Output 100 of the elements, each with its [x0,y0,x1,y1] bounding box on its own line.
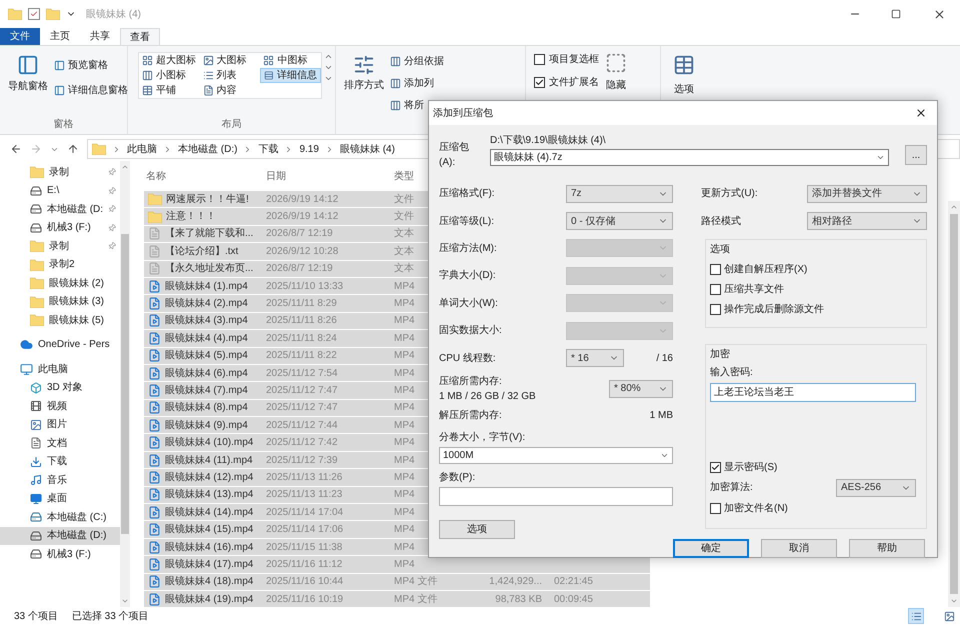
breadcrumb[interactable]: 眼镜妹妹 (4) [340,142,395,156]
up-icon[interactable] [67,143,79,155]
scroll-up-icon[interactable] [121,163,129,171]
dialog-button[interactable]: 确定 [673,538,749,558]
view-toggle[interactable] [908,608,924,624]
checkbox[interactable] [710,264,721,275]
hide-button[interactable]: 隐藏 [605,52,627,134]
file-type: MP4 [394,454,415,466]
nav-item[interactable]: 本地磁盘 (C:) [0,508,120,526]
ribbon-tab[interactable]: 文件 [0,28,40,45]
dropdown[interactable]: 7z [566,184,673,203]
nav-item[interactable]: 录制 [0,163,120,182]
dropdown[interactable]: 相对路径 [807,212,927,230]
nav-item[interactable]: 眼镜妹妹 (5) [0,311,120,330]
dropdown[interactable]: * 80% [609,380,673,398]
parameters-field[interactable] [439,486,673,506]
file-row[interactable]: 眼镜妹妹4 (19).mp4 2025/11/16 10:19 MP4 文件 98,783 KB 00:09:45 [144,590,650,608]
scrollbar[interactable] [948,201,960,607]
password-field[interactable]: 上老王论坛当老王 [710,382,916,402]
sort-button[interactable]: 排序方式 [344,54,384,134]
nav-item[interactable]: 录制 [0,237,120,256]
nav-item[interactable]: 3D 对象 [0,378,120,397]
nav-item[interactable]: 此电脑 [0,360,120,378]
nav-item[interactable]: 本地磁盘 (D:) [0,526,120,545]
nav-item[interactable]: 眼镜妹妹 (2) [0,274,120,292]
file-row[interactable]: 眼镜妹妹4 (18).mp4 2025/11/16 10:44 MP4 文件 1,424,929... 02:21:45 [144,574,650,591]
checkmark-icon[interactable] [28,8,40,20]
nav-item[interactable]: 图片 [0,416,120,434]
layout-option[interactable]: 超大图标 [139,53,200,68]
view-option[interactable]: 添加列 [390,76,444,91]
breadcrumb[interactable]: 下载 [258,142,278,156]
expand-icon[interactable] [324,74,333,83]
dropdown[interactable]: * 16 [566,349,624,368]
ribbon-tab[interactable]: 主页 [40,28,80,45]
layout-option[interactable]: 详细信息 [260,68,321,83]
breadcrumb[interactable]: 本地磁盘 (D:) [178,142,238,156]
column-header[interactable]: 名称 [144,168,266,184]
nav-item[interactable]: 眼镜妹妹 (3) [0,292,120,311]
nav-item[interactable]: 录制2 [0,256,120,274]
nav-item[interactable]: 音乐 [0,471,120,490]
scroll-down-icon[interactable] [950,597,958,605]
maximize-icon[interactable] [891,9,901,19]
view-option[interactable]: 分组依据 [390,54,444,69]
browse-button[interactable]: ... [905,145,927,165]
file-name: 眼镜妹妹4 (3).mp4 [165,314,248,328]
field-label: 参数(P): [439,470,476,485]
video-file-icon [148,436,161,450]
checkbox[interactable] [710,462,721,473]
folder-icon [30,240,44,252]
dropdown[interactable]: 添加并替换文件 [807,184,927,203]
breadcrumb[interactable]: 9.19 [299,142,319,156]
layout-option[interactable]: 大图标 [200,53,260,68]
volume-size-field[interactable]: 1000M [439,446,673,464]
dropdown[interactable]: 0 - 仅存储 [566,212,673,230]
scroll-up-icon[interactable] [324,52,333,61]
nav-item[interactable]: 本地磁盘 (D: [0,200,120,218]
breadcrumb[interactable]: 此电脑 [127,142,157,156]
file-row[interactable]: 眼镜妹妹4 (17).mp4 2025/11/16 11:12 MP4 [144,556,650,574]
video-file-icon [148,470,161,484]
layout-option[interactable]: 中图标 [260,53,321,68]
nav-item[interactable]: 下载 [0,452,120,471]
nav-item[interactable]: 机械3 (F:) [0,218,120,237]
ribbon-tab[interactable]: 共享 [80,28,120,45]
close-icon[interactable] [915,107,927,119]
layout-option[interactable]: 小图标 [139,68,200,83]
column-header[interactable]: 日期 [266,168,394,184]
pane-button[interactable]: 预览窗格 [54,58,128,73]
file-date: 2025/11/12 7:47 [266,384,339,398]
nav-item[interactable]: E:\ [0,182,120,200]
options-button[interactable]: 选项 [673,54,695,97]
checkbox[interactable] [710,304,721,315]
checkbox[interactable] [710,284,721,295]
archive-name-field[interactable]: 眼镜妹妹 (4).7z [490,149,889,166]
checkbox[interactable] [534,77,545,88]
close-icon[interactable] [933,8,946,20]
navigation-pane-button[interactable]: 导航窗格 [8,54,48,117]
layout-option[interactable]: 平铺 [139,83,200,98]
pane-button[interactable]: 详细信息窗格 [54,83,128,98]
scrollbar[interactable] [120,161,130,607]
video-file-icon [148,297,161,310]
dropdown[interactable]: AES-256 [836,478,916,497]
nav-item[interactable]: 视频 [0,397,120,416]
nav-item[interactable]: 机械3 (F:) [0,545,120,564]
ribbon-tab[interactable]: 查看 [120,28,160,45]
checkbox[interactable] [710,502,721,514]
file-name: 眼镜妹妹4 (7).mp4 [165,384,248,398]
file-date: 2025/11/12 7:54 [266,366,339,381]
scroll-down-icon[interactable] [121,597,129,605]
scroll-down-icon[interactable] [324,63,333,72]
layout-option[interactable]: 列表 [200,68,260,83]
dialog-button[interactable]: 帮助 [849,538,925,558]
layout-option[interactable]: 内容 [200,83,260,98]
back-icon[interactable] [10,143,22,155]
nav-item[interactable]: 文档 [0,434,120,452]
scroll-up-icon[interactable] [950,203,958,211]
nav-item[interactable]: 桌面 [0,490,120,508]
options-button[interactable]: 选项 [439,520,515,539]
checkbox[interactable] [534,54,545,65]
dialog-button[interactable]: 取消 [761,538,837,558]
nav-item[interactable]: OneDrive - Pers [0,336,120,354]
